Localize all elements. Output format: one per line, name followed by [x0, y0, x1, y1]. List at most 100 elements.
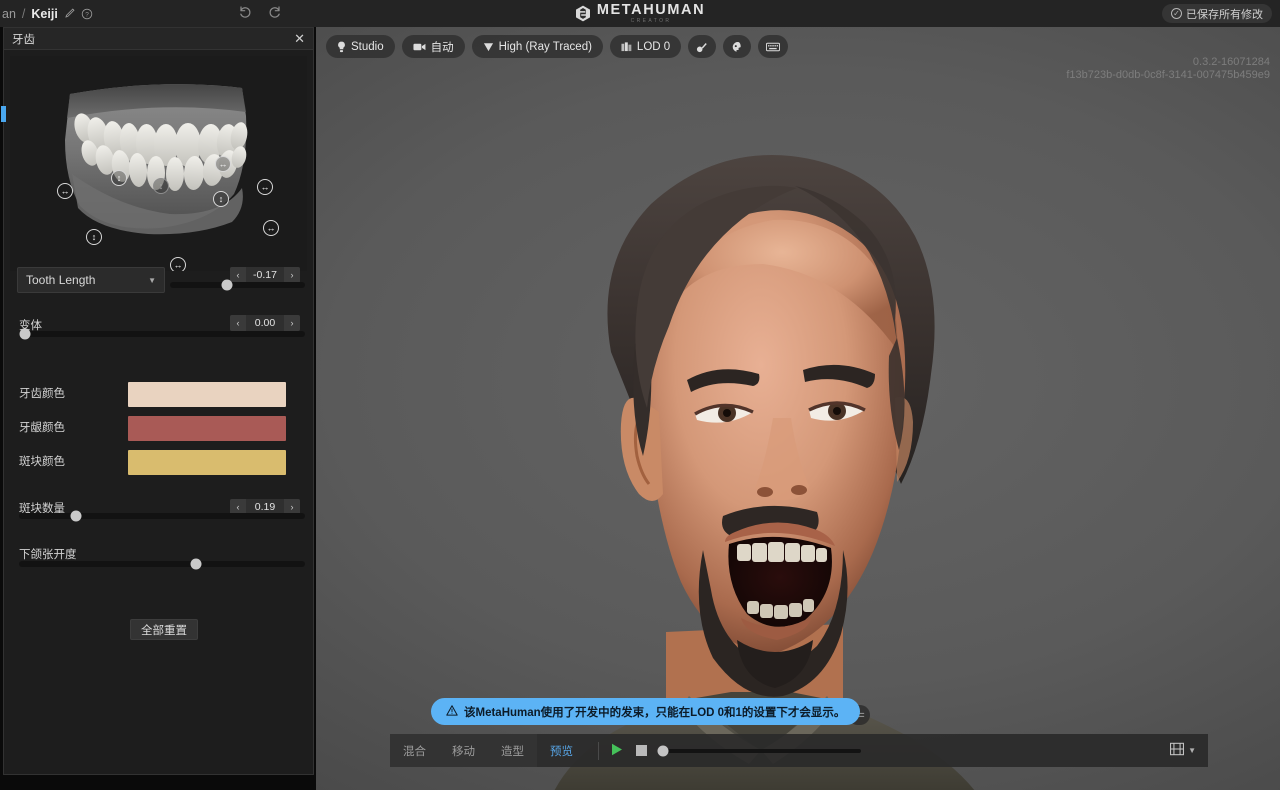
- tooth-length-stepper: ‹ -0.17 ›: [230, 265, 300, 283]
- timeline-slider[interactable]: [657, 745, 861, 756]
- close-x-icon[interactable]: ✕: [294, 32, 305, 45]
- tab-move[interactable]: 移动: [439, 734, 488, 767]
- tooth-length-dropdown-label: Tooth Length: [26, 273, 96, 287]
- teeth-properties-panel: 牙齿 ✕ ↔ ↕ ↕ ↕ ↔ ↔ ↔ ↕ ↔ Tooth Length ▼ ‹ …: [1, 27, 314, 775]
- variant-value[interactable]: 0.00: [246, 317, 284, 329]
- viewport-toolbar: Studio 自动 High (Ray Traced) LOD 0: [326, 35, 789, 58]
- handle-upper-left-vert[interactable]: ↕: [111, 170, 127, 186]
- handle-left-horiz[interactable]: ↔: [57, 183, 73, 199]
- handle-right-upper-horiz[interactable]: ↔: [257, 179, 273, 195]
- camera-auto-label: 自动: [430, 41, 454, 54]
- saved-label: 已保存所有修改: [1186, 8, 1263, 21]
- film-strip-icon[interactable]: [1170, 742, 1185, 759]
- plaque-color-label: 斑块颜色: [19, 456, 65, 468]
- plaque-amount-slider[interactable]: [19, 510, 305, 522]
- lod-warning-notification: 该MetaHuman使用了开发中的发束，只能在LOD 0和1的设置下才会显示。: [431, 698, 861, 725]
- variant-slider-knob[interactable]: [19, 328, 31, 340]
- status-badge-saved: ✓ 已保存所有修改: [1162, 4, 1272, 23]
- studio-lighting-button[interactable]: Studio: [326, 35, 395, 58]
- camera-icon: [413, 42, 426, 52]
- breadcrumb-separator: /: [21, 6, 26, 21]
- teeth-model-preview[interactable]: ↔ ↕ ↕ ↕ ↔ ↔ ↔ ↕ ↔ ↔: [10, 56, 307, 271]
- lod-button[interactable]: LOD 0: [609, 35, 682, 58]
- handle-upper-back-horiz[interactable]: ↔: [215, 156, 231, 172]
- jaw-open-slider-knob[interactable]: [190, 558, 202, 570]
- handle-lower-left-vert[interactable]: ↕: [86, 229, 102, 245]
- handle-upper-mid-vert[interactable]: ↕: [153, 178, 169, 194]
- head-icon: [731, 41, 743, 53]
- logo-subtitle: CREATOR: [630, 17, 672, 24]
- panel-header: 牙齿 ✕: [4, 28, 313, 50]
- reset-all-button[interactable]: 全部重置: [130, 619, 198, 640]
- plaque-amount-slider-knob[interactable]: [70, 510, 82, 522]
- metahuman-character-render: [491, 112, 1051, 790]
- animation-toolbar: 混合 移动 造型 预览 ▼: [390, 734, 1208, 767]
- metahuman-creator-window: an / Keiji ? METAHUMAN CREATOR ✓ 已保存所有修改…: [0, 0, 1280, 790]
- breadcrumb-current[interactable]: Keiji: [31, 7, 57, 21]
- tooth-length-value[interactable]: -0.17: [246, 269, 284, 281]
- gum-color-label: 牙龈颜色: [19, 422, 65, 434]
- app-logo: METAHUMAN CREATOR: [0, 0, 1280, 27]
- chevron-down-icon[interactable]: ▼: [1188, 746, 1196, 755]
- studio-lighting-label: Studio: [351, 40, 384, 53]
- timeline-slider-knob[interactable]: [657, 745, 669, 756]
- tooth-length-slider-knob[interactable]: [221, 279, 233, 291]
- lighting-toggle-button[interactable]: [688, 35, 717, 58]
- tab-preview[interactable]: 预览: [537, 734, 586, 767]
- character-viewport[interactable]: Studio 自动 High (Ray Traced) LOD 0 0.3.2-…: [316, 27, 1280, 790]
- chevron-left-icon[interactable]: ‹: [230, 315, 246, 331]
- warning-triangle-icon: [446, 704, 458, 719]
- pencil-icon[interactable]: [64, 8, 75, 19]
- camera-auto-button[interactable]: 自动: [401, 35, 465, 58]
- plaque-color-swatch[interactable]: [128, 450, 286, 475]
- breadcrumb: an / Keiji ?: [0, 7, 93, 21]
- play-icon[interactable]: [611, 743, 623, 759]
- chevron-left-icon[interactable]: ‹: [230, 267, 246, 283]
- panel-accent-marker: [1, 106, 6, 122]
- tab-sculpt[interactable]: 造型: [488, 734, 537, 767]
- film-options-group[interactable]: ▼: [1170, 742, 1208, 759]
- redo-arrow-icon[interactable]: [267, 5, 282, 22]
- tooth-length-slider[interactable]: [170, 279, 305, 291]
- tooth-length-dropdown[interactable]: Tooth Length ▼: [17, 267, 165, 293]
- toolbar-divider: [598, 741, 599, 760]
- metahuman-hex-logo-icon: [575, 5, 591, 22]
- handle-right-lower-horiz[interactable]: ↔: [263, 220, 279, 236]
- plaque-amount-value[interactable]: 0.19: [246, 501, 284, 513]
- layers-icon: [621, 41, 632, 52]
- jaw-open-slider[interactable]: [19, 558, 305, 570]
- check-circle-icon: ✓: [1171, 8, 1182, 19]
- tooth-color-swatch[interactable]: [128, 382, 286, 407]
- lod-label: LOD 0: [636, 40, 671, 53]
- character-guid: f13b723b-d0db-0c8f-3141-007475b459e9: [1066, 69, 1270, 81]
- handle-lower-mid-horiz[interactable]: ↔: [170, 257, 186, 271]
- keyboard-icon: [766, 42, 781, 52]
- spotlight-icon: [696, 41, 708, 53]
- stop-icon[interactable]: [636, 745, 647, 756]
- page-title: 牙齿: [12, 33, 35, 46]
- diamond-icon: [483, 41, 494, 52]
- animation-tab-group: 混合 移动 造型: [390, 734, 537, 767]
- notification-text: 该MetaHuman使用了开发中的发束，只能在LOD 0和1的设置下才会显示。: [464, 706, 846, 719]
- variant-slider[interactable]: [19, 328, 305, 340]
- tab-blend[interactable]: 混合: [390, 734, 439, 767]
- undo-arrow-icon[interactable]: [238, 5, 253, 22]
- quality-button[interactable]: High (Ray Traced): [471, 35, 603, 58]
- tooth-length-row: Tooth Length ▼: [17, 267, 165, 293]
- handle-upper-right-vert[interactable]: ↕: [213, 191, 229, 207]
- head-view-button[interactable]: [723, 35, 752, 58]
- chevron-down-icon: ▼: [148, 275, 156, 285]
- logo-title: METAHUMAN: [596, 2, 706, 19]
- chevron-right-icon[interactable]: ›: [284, 267, 300, 283]
- tooth-color-label: 牙齿颜色: [19, 388, 65, 400]
- breadcrumb-parent[interactable]: an: [2, 7, 16, 21]
- version-info: 0.3.2-16071284 f13b723b-d0db-0c8f-3141-0…: [1066, 56, 1270, 81]
- help-circle-icon[interactable]: ?: [81, 8, 93, 20]
- keyboard-shortcuts-button[interactable]: [758, 35, 789, 58]
- top-bar: an / Keiji ? METAHUMAN CREATOR ✓ 已保存所有修改: [0, 0, 1280, 27]
- chevron-right-icon[interactable]: ›: [284, 315, 300, 331]
- svg-text:?: ?: [85, 11, 89, 18]
- gum-color-swatch[interactable]: [128, 416, 286, 441]
- quality-label: High (Ray Traced): [498, 40, 592, 53]
- app-version: 0.3.2-16071284: [1192, 56, 1270, 68]
